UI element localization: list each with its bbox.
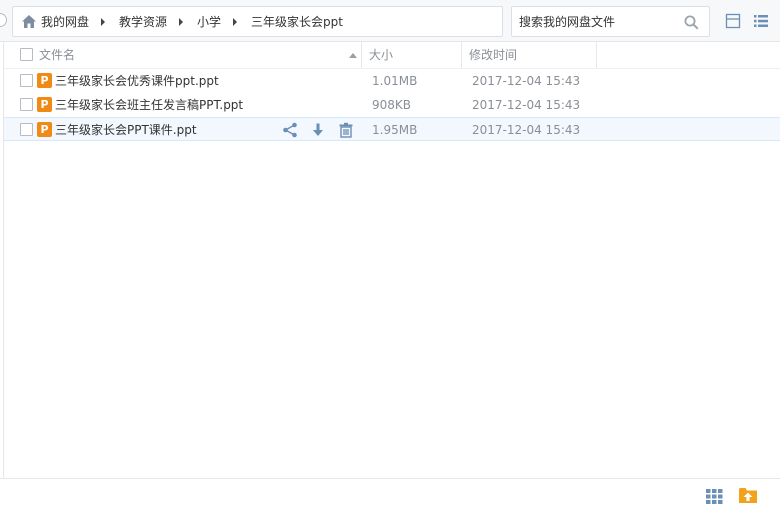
- breadcrumb-label[interactable]: 小学: [197, 13, 221, 30]
- breadcrumb-item-current[interactable]: 三年级家长会ppt: [251, 13, 343, 30]
- file-modified: 2017-12-04 15:43: [472, 74, 581, 88]
- chevron-right-icon: [179, 17, 184, 26]
- breadcrumb-label[interactable]: 教学资源: [119, 13, 167, 30]
- netdisk-window: 我的网盘 教学资源 小学 三年级家长会ppt 搜索我的网盘文件 文件名 大小 修…: [0, 0, 780, 510]
- grid-view-icon[interactable]: [706, 489, 723, 504]
- top-toolbar: 我的网盘 教学资源 小学 三年级家长会ppt: [0, 0, 780, 42]
- download-icon[interactable]: [310, 122, 326, 138]
- breadcrumb-label[interactable]: 三年级家长会ppt: [251, 13, 343, 30]
- search-input[interactable]: [512, 14, 672, 29]
- home-icon: [22, 15, 36, 28]
- breadcrumb: 我的网盘 教学资源 小学 三年级家长会ppt: [12, 6, 503, 37]
- column-divider[interactable]: [361, 42, 362, 68]
- file-list: P 三年级家长会优秀课件ppt.ppt 1.01MB 2017-12-04 15…: [4, 69, 780, 141]
- file-modified: 2017-12-04 15:43: [472, 98, 581, 112]
- upload-folder-icon[interactable]: [738, 486, 758, 504]
- sort-ascending-icon[interactable]: [349, 53, 357, 58]
- column-divider[interactable]: [461, 42, 462, 68]
- search-box[interactable]: [511, 6, 710, 37]
- column-divider[interactable]: [596, 42, 597, 68]
- file-name[interactable]: 三年级家长会班主任发言稿PPT.ppt: [55, 93, 243, 117]
- column-header-name[interactable]: 文件名: [39, 42, 75, 68]
- breadcrumb-label[interactable]: 我的网盘: [41, 13, 89, 30]
- chevron-right-icon: [233, 17, 238, 26]
- ppt-file-icon: P: [37, 122, 52, 137]
- search-icon[interactable]: [684, 15, 699, 30]
- split-view-icon[interactable]: [725, 13, 741, 29]
- row-checkbox[interactable]: [20, 123, 33, 136]
- file-name[interactable]: 三年级家长会PPT课件.ppt: [55, 118, 197, 142]
- file-size: 908KB: [372, 98, 412, 112]
- file-name[interactable]: 三年级家长会优秀课件ppt.ppt: [55, 69, 219, 93]
- bottom-toolbar: [0, 478, 780, 510]
- chevron-right-icon: [101, 17, 106, 26]
- file-list-header: 文件名 大小 修改时间: [4, 42, 780, 69]
- row-actions: [282, 122, 354, 138]
- column-header-size[interactable]: 大小: [369, 42, 393, 68]
- file-size: 1.95MB: [372, 123, 418, 137]
- breadcrumb-item-home[interactable]: 我的网盘: [21, 13, 89, 30]
- file-row[interactable]: P 三年级家长会PPT课件.ppt 1.95MB 2017-12-04 15:4…: [4, 117, 780, 141]
- column-header-modified[interactable]: 修改时间: [469, 42, 517, 68]
- file-row[interactable]: P 三年级家长会优秀课件ppt.ppt 1.01MB 2017-12-04 15…: [4, 69, 780, 93]
- row-checkbox[interactable]: [20, 98, 33, 111]
- breadcrumb-item-primary[interactable]: 小学: [197, 13, 221, 30]
- ppt-file-icon: P: [37, 97, 52, 112]
- back-circle-icon[interactable]: [0, 13, 7, 27]
- row-checkbox[interactable]: [20, 74, 33, 87]
- select-all-checkbox[interactable]: [20, 48, 33, 61]
- file-size: 1.01MB: [372, 74, 418, 88]
- file-row[interactable]: P 三年级家长会班主任发言稿PPT.ppt 908KB 2017-12-04 1…: [4, 93, 780, 117]
- ppt-file-icon: P: [37, 73, 52, 88]
- breadcrumb-item-teaching[interactable]: 教学资源: [119, 13, 167, 30]
- file-modified: 2017-12-04 15:43: [472, 123, 581, 137]
- delete-icon[interactable]: [338, 122, 354, 138]
- share-icon[interactable]: [282, 122, 298, 138]
- list-view-icon[interactable]: [753, 13, 769, 29]
